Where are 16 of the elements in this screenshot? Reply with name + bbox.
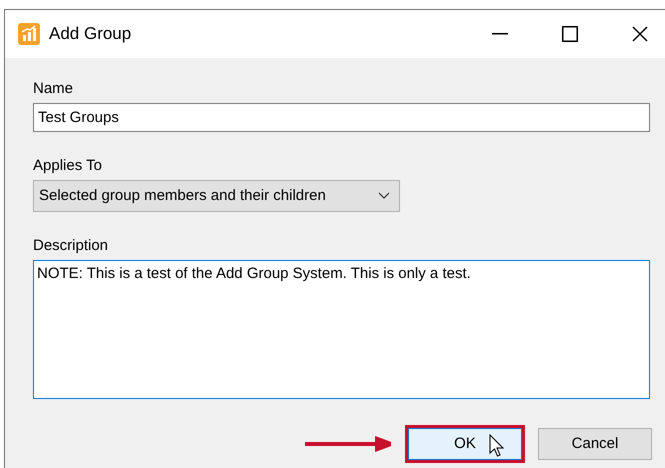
description-field[interactable]: NOTE: This is a test of the Add Group System. This is only a test. bbox=[33, 260, 650, 399]
window-title: Add Group bbox=[49, 23, 132, 46]
cursor-icon bbox=[489, 434, 505, 458]
field-label: Name bbox=[33, 80, 74, 98]
field-label: Applies To bbox=[33, 157, 103, 175]
dialog-button[interactable]: Cancel bbox=[538, 428, 652, 460]
close-icon bbox=[632, 26, 648, 42]
field-label: Description bbox=[33, 237, 110, 255]
chevron-down-icon bbox=[378, 192, 390, 200]
dialog-button[interactable]: OK bbox=[408, 428, 522, 460]
bar-chart-icon bbox=[18, 23, 40, 45]
name-field[interactable]: Test Groups bbox=[33, 103, 650, 132]
applies-to-dropdown[interactable]: Selected group members and their children bbox=[33, 180, 400, 212]
arrow-icon bbox=[305, 434, 391, 454]
maximize-icon bbox=[562, 26, 578, 42]
minimize-icon bbox=[492, 33, 508, 35]
